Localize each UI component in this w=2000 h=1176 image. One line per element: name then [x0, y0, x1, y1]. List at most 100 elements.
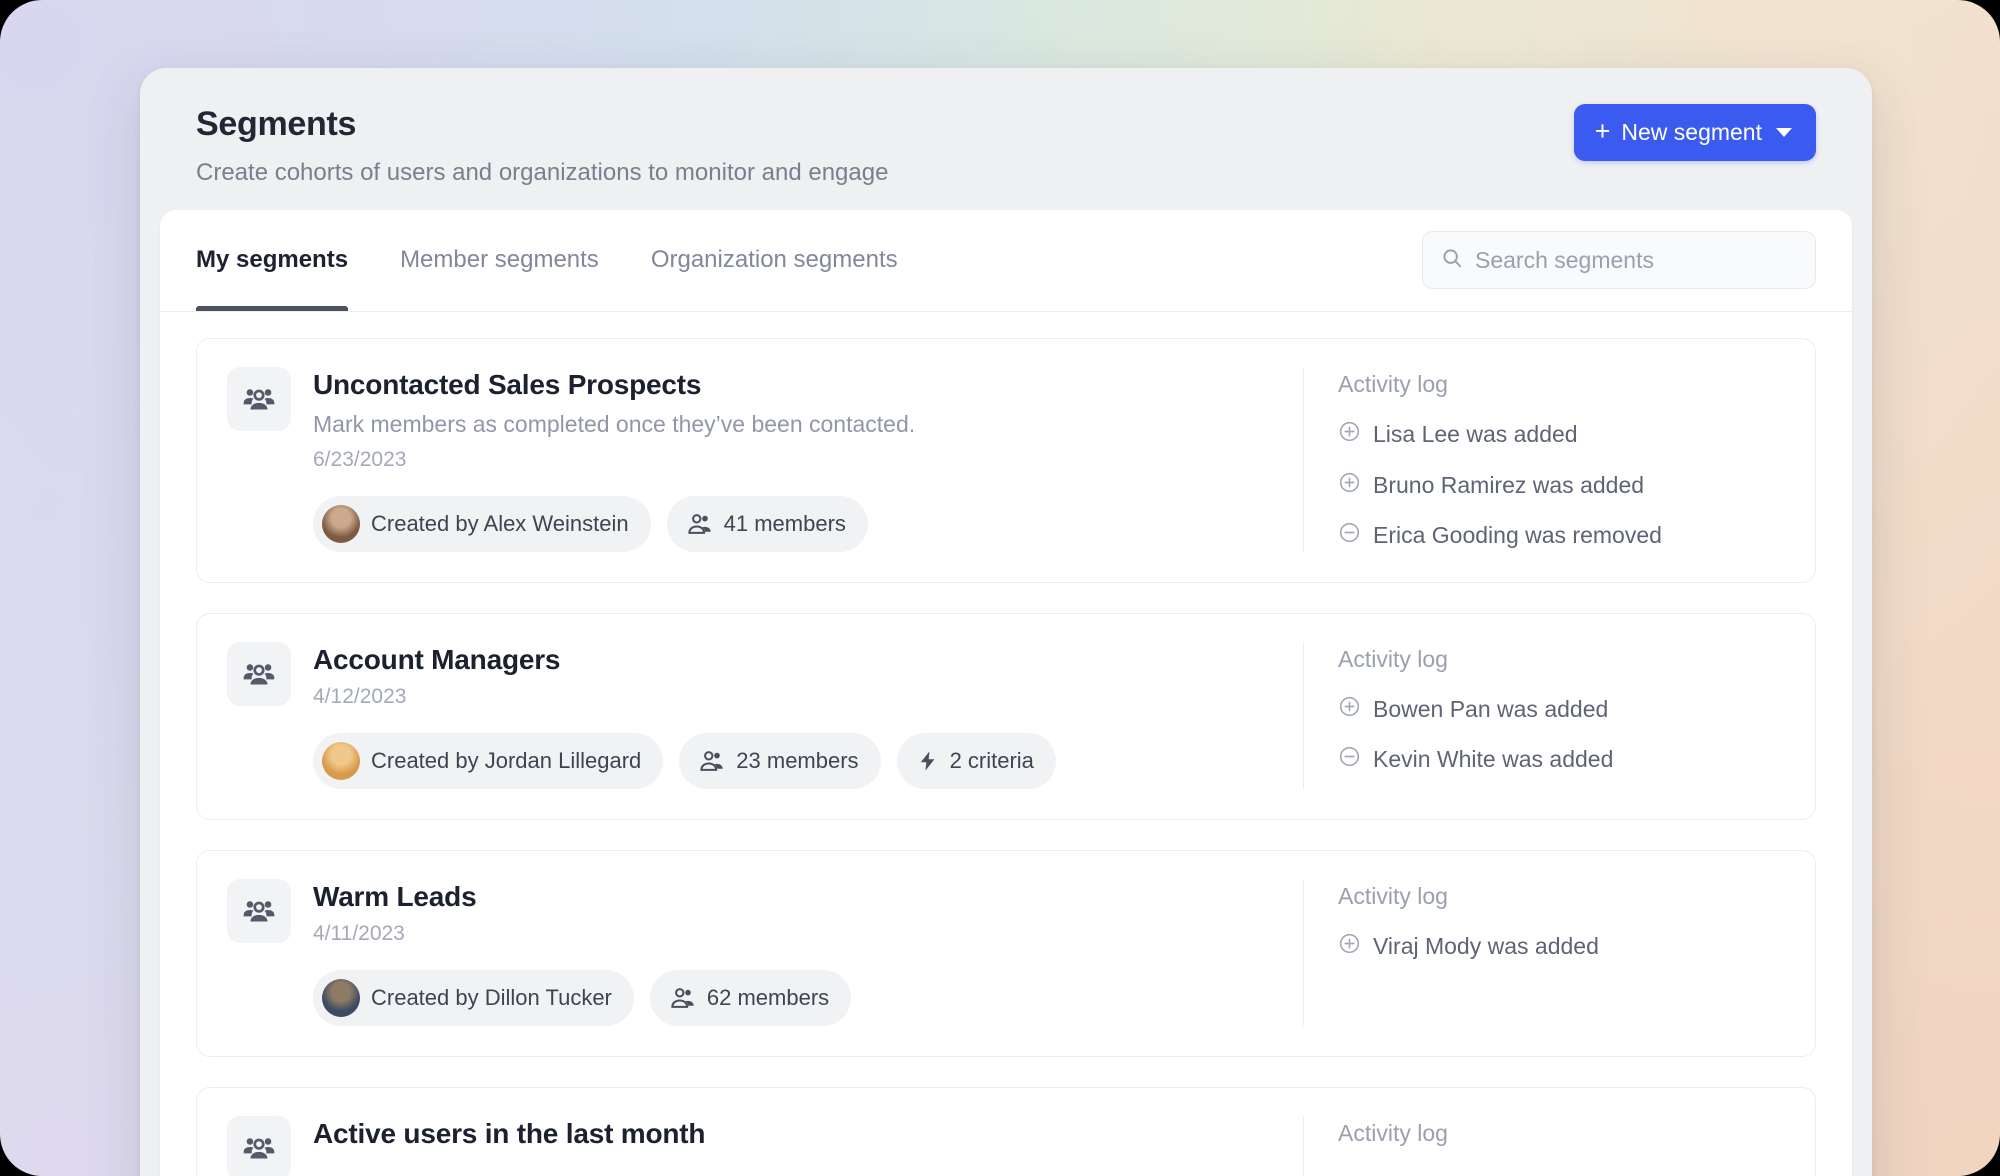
pill-label: 23 members: [736, 747, 859, 773]
activity-item: Bruno Ramirez was added: [1338, 471, 1785, 501]
page-title: Segments: [196, 105, 357, 143]
segment-group-icon: [227, 366, 291, 431]
tabs-row: My segments Member segments Organization s…: [160, 210, 1852, 312]
pill-criteria[interactable]: 2 criteria: [896, 732, 1056, 789]
pill-label: Created by Jordan Lillegard: [371, 747, 642, 773]
activity-text: Viraj Mody was added: [1373, 932, 1599, 959]
content-panel: My segments Member segments Organization s…: [160, 209, 1852, 1176]
segment-card[interactable]: Active users in the last month Activity …: [196, 1086, 1816, 1176]
pill-label: Created by Alex Weinstein: [371, 510, 629, 536]
page-header: Segments Create cohorts of users and org…: [140, 68, 1872, 210]
segment-main: Active users in the last month: [227, 1115, 1303, 1176]
minus-circle-icon: [1339, 523, 1360, 543]
plus-circle-icon: [1339, 696, 1360, 717]
activity-item: Erica Gooding was removed: [1338, 521, 1785, 551]
segment-body: Account Managers 4/12/2023 Created by Jo…: [313, 642, 1279, 789]
segment-body: Active users in the last month: [313, 1116, 1279, 1176]
activity-log-title: Activity log: [1338, 882, 1448, 909]
segment-list: Uncontacted Sales Prospects Mark members…: [160, 312, 1852, 1176]
pill-label: Created by Dillon Tucker: [371, 984, 612, 1010]
segment-name: Account Managers: [313, 643, 561, 675]
plus-circle-icon: [1338, 932, 1361, 962]
members-icon: [687, 513, 711, 534]
activity-log: Activity log Viraj Mody was added: [1303, 878, 1785, 1026]
new-segment-label: New segment: [1621, 119, 1762, 145]
plus-circle-icon: [1339, 472, 1360, 492]
plus-circle-icon: [1339, 933, 1360, 954]
segment-pills: Created by Jordan Lillegard 23 members 2…: [313, 732, 1279, 789]
tab-member-segments[interactable]: Member segments: [374, 210, 625, 311]
bolt-icon: [920, 751, 934, 771]
segment-body: Warm Leads 4/11/2023 Created by Dillon T…: [313, 879, 1279, 1026]
segment-name: Active users in the last month: [313, 1117, 706, 1149]
group-icon: [243, 901, 275, 922]
segment-name: Warm Leads: [313, 880, 477, 912]
segment-pills: Created by Dillon Tucker 62 members: [313, 969, 1279, 1026]
activity-log-title: Activity log: [1338, 1119, 1448, 1146]
plus-icon: +: [1594, 116, 1611, 146]
minus-circle-icon: [1339, 747, 1360, 767]
page-subtitle: Create cohorts of users and organization…: [196, 158, 889, 186]
group-icon: [243, 664, 275, 685]
activity-log: Activity log: [1303, 1115, 1785, 1176]
segment-description: Mark members as completed once they’ve b…: [313, 410, 916, 437]
segment-group-icon: [227, 878, 291, 943]
activity-text: Bruno Ramirez was added: [1373, 471, 1645, 498]
pill-members[interactable]: 23 members: [679, 732, 881, 789]
plus-circle-icon: [1339, 421, 1360, 442]
avatar: [322, 741, 360, 780]
plus-circle-icon: [1338, 471, 1361, 501]
activity-log: Activity log Bowen Pan was added Kevin W…: [1303, 641, 1785, 789]
gradient-backdrop: Segments Create cohorts of users and org…: [0, 0, 2000, 1176]
segment-group-icon: [227, 1115, 291, 1176]
segment-body: Uncontacted Sales Prospects Mark members…: [313, 367, 1279, 552]
activity-item: Lisa Lee was added: [1338, 420, 1785, 450]
activity-item: Kevin White was added: [1338, 745, 1785, 775]
members-icon: [671, 987, 694, 1008]
segment-main: Uncontacted Sales Prospects Mark members…: [227, 366, 1303, 552]
search-input[interactable]: [1475, 246, 1797, 274]
segment-date: 4/11/2023: [313, 921, 405, 945]
activity-text: Kevin White was added: [1373, 746, 1614, 773]
activity-item: Bowen Pan was added: [1338, 695, 1785, 725]
new-segment-button[interactable]: + New segment: [1573, 104, 1816, 161]
activity-text: Erica Gooding was removed: [1373, 522, 1662, 549]
plus-circle-icon: [1338, 695, 1361, 725]
segment-main: Warm Leads 4/11/2023 Created by Dillon T…: [227, 878, 1303, 1026]
tab-organization-segments[interactable]: Organization segments: [625, 210, 924, 311]
segment-pills: Created by Alex Weinstein 41 members: [313, 495, 1279, 552]
minus-circle-icon: [1338, 745, 1361, 775]
activity-item: Viraj Mody was added: [1338, 932, 1785, 962]
activity-text: Lisa Lee was added: [1373, 420, 1578, 447]
members-icon: [700, 750, 724, 771]
segment-name: Uncontacted Sales Prospects: [313, 368, 702, 400]
activity-log: Activity log Lisa Lee was added Bruno Ra…: [1303, 366, 1785, 552]
segment-date: 6/23/2023: [313, 447, 407, 471]
minus-circle-icon: [1338, 521, 1361, 551]
segment-card[interactable]: Account Managers 4/12/2023 Created by Jo…: [196, 612, 1816, 820]
pill-author[interactable]: Created by Alex Weinstein: [313, 495, 651, 552]
chevron-down-icon: [1776, 128, 1792, 137]
activity-log-title: Activity log: [1338, 645, 1448, 672]
search-icon: [1441, 247, 1463, 274]
pill-members[interactable]: 41 members: [666, 495, 868, 552]
segment-main: Account Managers 4/12/2023 Created by Jo…: [227, 641, 1303, 789]
avatar: [322, 978, 360, 1017]
activity-text: Bowen Pan was added: [1373, 695, 1609, 722]
tab-my-segments[interactable]: My segments: [196, 210, 374, 311]
segment-card[interactable]: Uncontacted Sales Prospects Mark members…: [196, 337, 1816, 583]
search-box[interactable]: [1422, 231, 1816, 290]
avatar: [322, 504, 360, 543]
pill-author[interactable]: Created by Dillon Tucker: [313, 969, 634, 1026]
group-icon: [243, 1138, 275, 1159]
pill-label: 62 members: [706, 984, 830, 1010]
group-icon: [243, 389, 275, 410]
pill-author[interactable]: Created by Jordan Lillegard: [313, 732, 664, 789]
pill-members[interactable]: 62 members: [649, 969, 852, 1026]
segment-group-icon: [227, 641, 291, 706]
tabs: My segments Member segments Organization s…: [196, 210, 924, 311]
segment-card[interactable]: Warm Leads 4/11/2023 Created by Dillon T…: [196, 849, 1816, 1057]
pill-label: 2 criteria: [949, 747, 1034, 773]
app-window: Segments Create cohorts of users and org…: [140, 68, 1872, 1176]
activity-log-title: Activity log: [1338, 370, 1448, 397]
